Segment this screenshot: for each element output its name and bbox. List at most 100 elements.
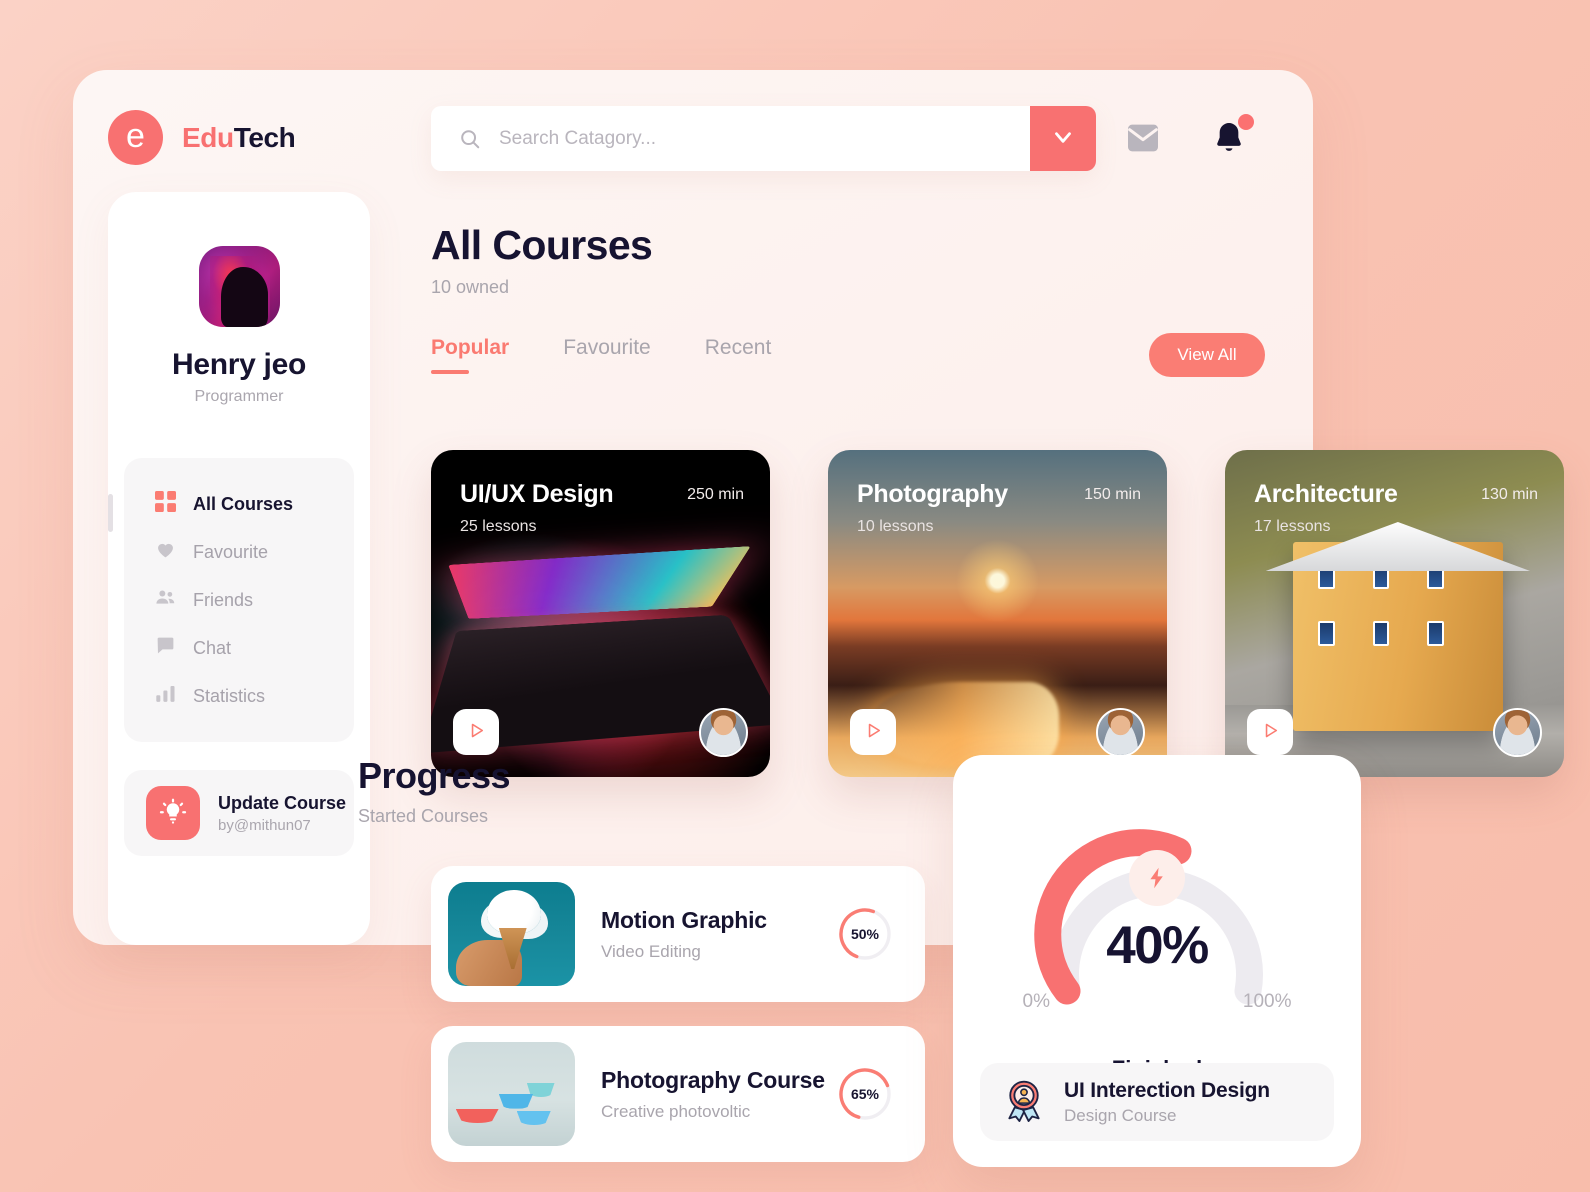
logo-mark-icon: e	[108, 110, 163, 165]
search-input[interactable]	[499, 106, 1030, 171]
course-card-header: Photography 150 min 10 lessons	[828, 450, 1167, 536]
tabs-row: Popular Favourite Recent View All	[431, 333, 1265, 377]
main-content: All Courses 10 owned Popular Favourite R…	[431, 222, 1564, 777]
active-indicator	[108, 494, 113, 532]
header-actions	[1123, 114, 1254, 161]
sidebar-item-favourite[interactable]: Favourite	[124, 528, 354, 576]
section-title: Progress	[358, 755, 511, 796]
sidebar-item-label: Favourite	[193, 541, 269, 562]
update-course-subtitle: by@mithun07	[218, 816, 311, 834]
play-button[interactable]	[850, 709, 896, 755]
search-icon	[459, 128, 481, 150]
sidebar-item-chat[interactable]: Chat	[124, 624, 354, 672]
award-badge-icon	[1002, 1078, 1046, 1127]
progress-gauge: 40% 0% 100%	[1015, 795, 1300, 1013]
lightbulb-icon	[146, 786, 200, 840]
brand-name-part2: Tech	[233, 121, 296, 153]
course-title: Photography	[857, 480, 1008, 508]
messages-button[interactable]	[1123, 118, 1163, 161]
profile-block: Henry jeo Programmer	[108, 192, 370, 406]
sidebar-item-friends[interactable]: Friends	[124, 576, 354, 624]
course-card[interactable]: Architecture 130 min 17 lessons	[1225, 450, 1564, 777]
search-category-dropdown-button[interactable]	[1030, 106, 1096, 171]
course-duration: 130 min	[1481, 486, 1538, 503]
progress-ring: 65%	[837, 1066, 893, 1122]
sidebar-item-statistics[interactable]: Statistics	[124, 672, 354, 720]
update-course-title: Update Course	[218, 792, 347, 813]
achievement-title: UI Interection Design	[1064, 1078, 1270, 1102]
progress-course-title: Motion Graphic	[601, 906, 767, 933]
achievement-badge-card[interactable]: UI Interection Design Design Course	[980, 1063, 1334, 1141]
play-icon	[864, 721, 883, 743]
sidebar-item-label: Statistics	[193, 685, 266, 706]
progress-course-title: Photography Course	[601, 1066, 825, 1093]
section-subtitle: Started Courses	[358, 806, 489, 826]
progress-card[interactable]: Photography Course Creative photovoltic …	[431, 1026, 925, 1162]
course-duration: 150 min	[1084, 486, 1141, 503]
sidebar: Henry jeo Programmer All Courses Favouri…	[108, 192, 370, 945]
instructor-avatar[interactable]	[1493, 708, 1542, 757]
progress-percent-label: 65%	[850, 1086, 880, 1102]
tab-popular[interactable]: Popular	[431, 336, 509, 374]
course-card[interactable]: UI/UX Design 250 min 25 lessons	[431, 450, 770, 777]
course-lessons: 17 lessons	[1254, 518, 1331, 535]
sidebar-item-label: Friends	[193, 589, 254, 610]
progress-card[interactable]: Motion Graphic Video Editing 50%	[431, 866, 925, 1002]
achievement-badge-text: UI Interection Design Design Course	[1064, 1079, 1270, 1126]
page-subtitle: 10 owned	[431, 277, 510, 297]
sidebar-item-label: All Courses	[193, 493, 294, 514]
progress-course-subtitle: Video Editing	[601, 941, 701, 961]
play-icon	[1261, 721, 1280, 743]
profile-name: Henry jeo	[171, 348, 306, 381]
notification-dot-badge	[1238, 114, 1254, 130]
brand-name: EduTech	[182, 121, 296, 154]
play-button[interactable]	[453, 709, 499, 755]
grid-icon	[155, 491, 176, 517]
gauge-range-labels: 0% 100%	[1023, 991, 1292, 1013]
app-header: e EduTech	[73, 70, 1313, 206]
instructor-avatar[interactable]	[699, 708, 748, 757]
sidebar-nav: All Courses Favourite Friends Chat Stati…	[108, 458, 354, 742]
tabs: Popular Favourite Recent	[431, 336, 771, 374]
gauge-value: 40%	[1106, 916, 1209, 975]
sidebar-item-label: Chat	[193, 637, 232, 658]
brand-logo[interactable]: e EduTech	[108, 110, 296, 165]
chevron-down-icon	[1050, 124, 1076, 153]
avatar[interactable]	[198, 246, 280, 327]
course-thumbnail	[448, 1042, 575, 1146]
course-lessons: 25 lessons	[460, 518, 537, 535]
course-lessons: 10 lessons	[857, 518, 934, 535]
course-card-header: Architecture 130 min 17 lessons	[1225, 450, 1564, 536]
people-icon	[155, 587, 176, 613]
course-card[interactable]: Photography 150 min 10 lessons	[828, 450, 1167, 777]
tab-favourite[interactable]: Favourite	[563, 336, 651, 374]
finished-progress-panel: 40% 0% 100% Finished UI Interection Desi…	[953, 755, 1361, 1167]
course-title: Architecture	[1254, 480, 1398, 508]
gauge-max-label: 100%	[1242, 991, 1292, 1012]
progress-course-subtitle: Creative photovoltic	[601, 1101, 751, 1121]
update-course-card[interactable]: Update Course by@mithun07	[124, 770, 354, 856]
update-course-text: Update Course by@mithun07	[218, 793, 346, 834]
progress-card-text: Photography Course Creative photovoltic	[601, 1067, 837, 1122]
brand-name-part1: Edu	[182, 121, 234, 153]
course-title: UI/UX Design	[460, 480, 614, 508]
search-bar	[431, 106, 1096, 171]
bar-chart-icon	[155, 683, 176, 709]
course-thumbnail	[448, 882, 575, 986]
play-icon	[467, 721, 486, 743]
sidebar-item-all-courses[interactable]: All Courses	[108, 480, 354, 532]
play-button[interactable]	[1247, 709, 1293, 755]
course-card-header: UI/UX Design 250 min 25 lessons	[431, 450, 770, 536]
notifications-button[interactable]	[1209, 114, 1254, 161]
heart-icon	[155, 539, 176, 565]
view-all-button[interactable]: View All	[1149, 333, 1265, 377]
profile-role: Programmer	[194, 388, 284, 405]
course-card-list: UI/UX Design 250 min 25 lessons Photogra…	[431, 450, 1564, 777]
progress-percent-label: 50%	[850, 926, 880, 942]
tab-recent[interactable]: Recent	[705, 336, 772, 374]
progress-card-text: Motion Graphic Video Editing	[601, 907, 837, 962]
instructor-avatar[interactable]	[1096, 708, 1145, 757]
lightning-bolt-icon	[1129, 850, 1185, 906]
page-title: All Courses	[431, 222, 653, 268]
progress-card-list: Motion Graphic Video Editing 50% Photogr…	[431, 866, 925, 1162]
